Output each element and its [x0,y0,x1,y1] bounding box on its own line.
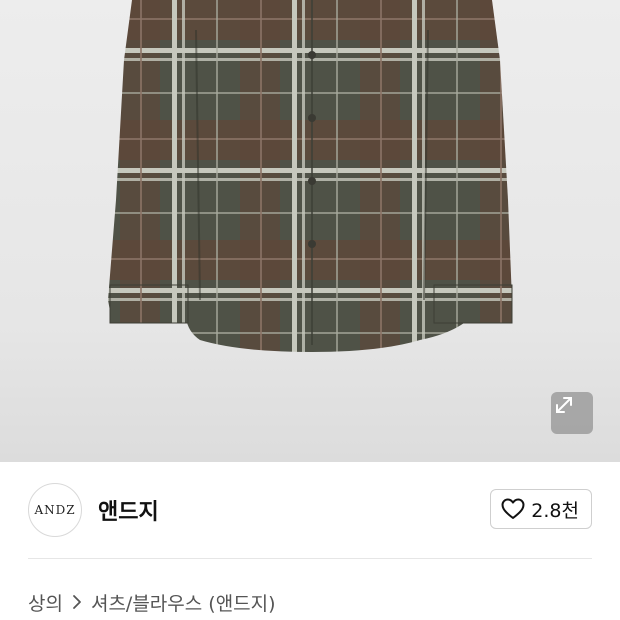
chevron-right-icon [71,594,83,610]
brand-logo-text: ANDZ [34,503,76,517]
brand-name[interactable]: 앤드지 [98,494,159,526]
expand-image-button[interactable] [551,392,593,434]
brand-logo[interactable]: ANDZ [28,483,82,537]
breadcrumb-item-subcategory[interactable]: 셔츠/블라우스 (앤드지) [91,589,276,616]
product-image[interactable] [0,0,620,462]
breadcrumb-item-category[interactable]: 상의 [28,589,63,616]
shirt-illustration [108,0,513,352]
expand-icon [556,397,572,413]
heart-icon [501,498,525,519]
divider [28,558,592,559]
like-button[interactable]: 2.8천 [490,489,592,529]
brand-row: ANDZ 앤드지 2.8천 [28,482,592,538]
breadcrumb: 상의 셔츠/블라우스 (앤드지) [28,588,276,616]
like-count: 2.8천 [531,499,579,522]
